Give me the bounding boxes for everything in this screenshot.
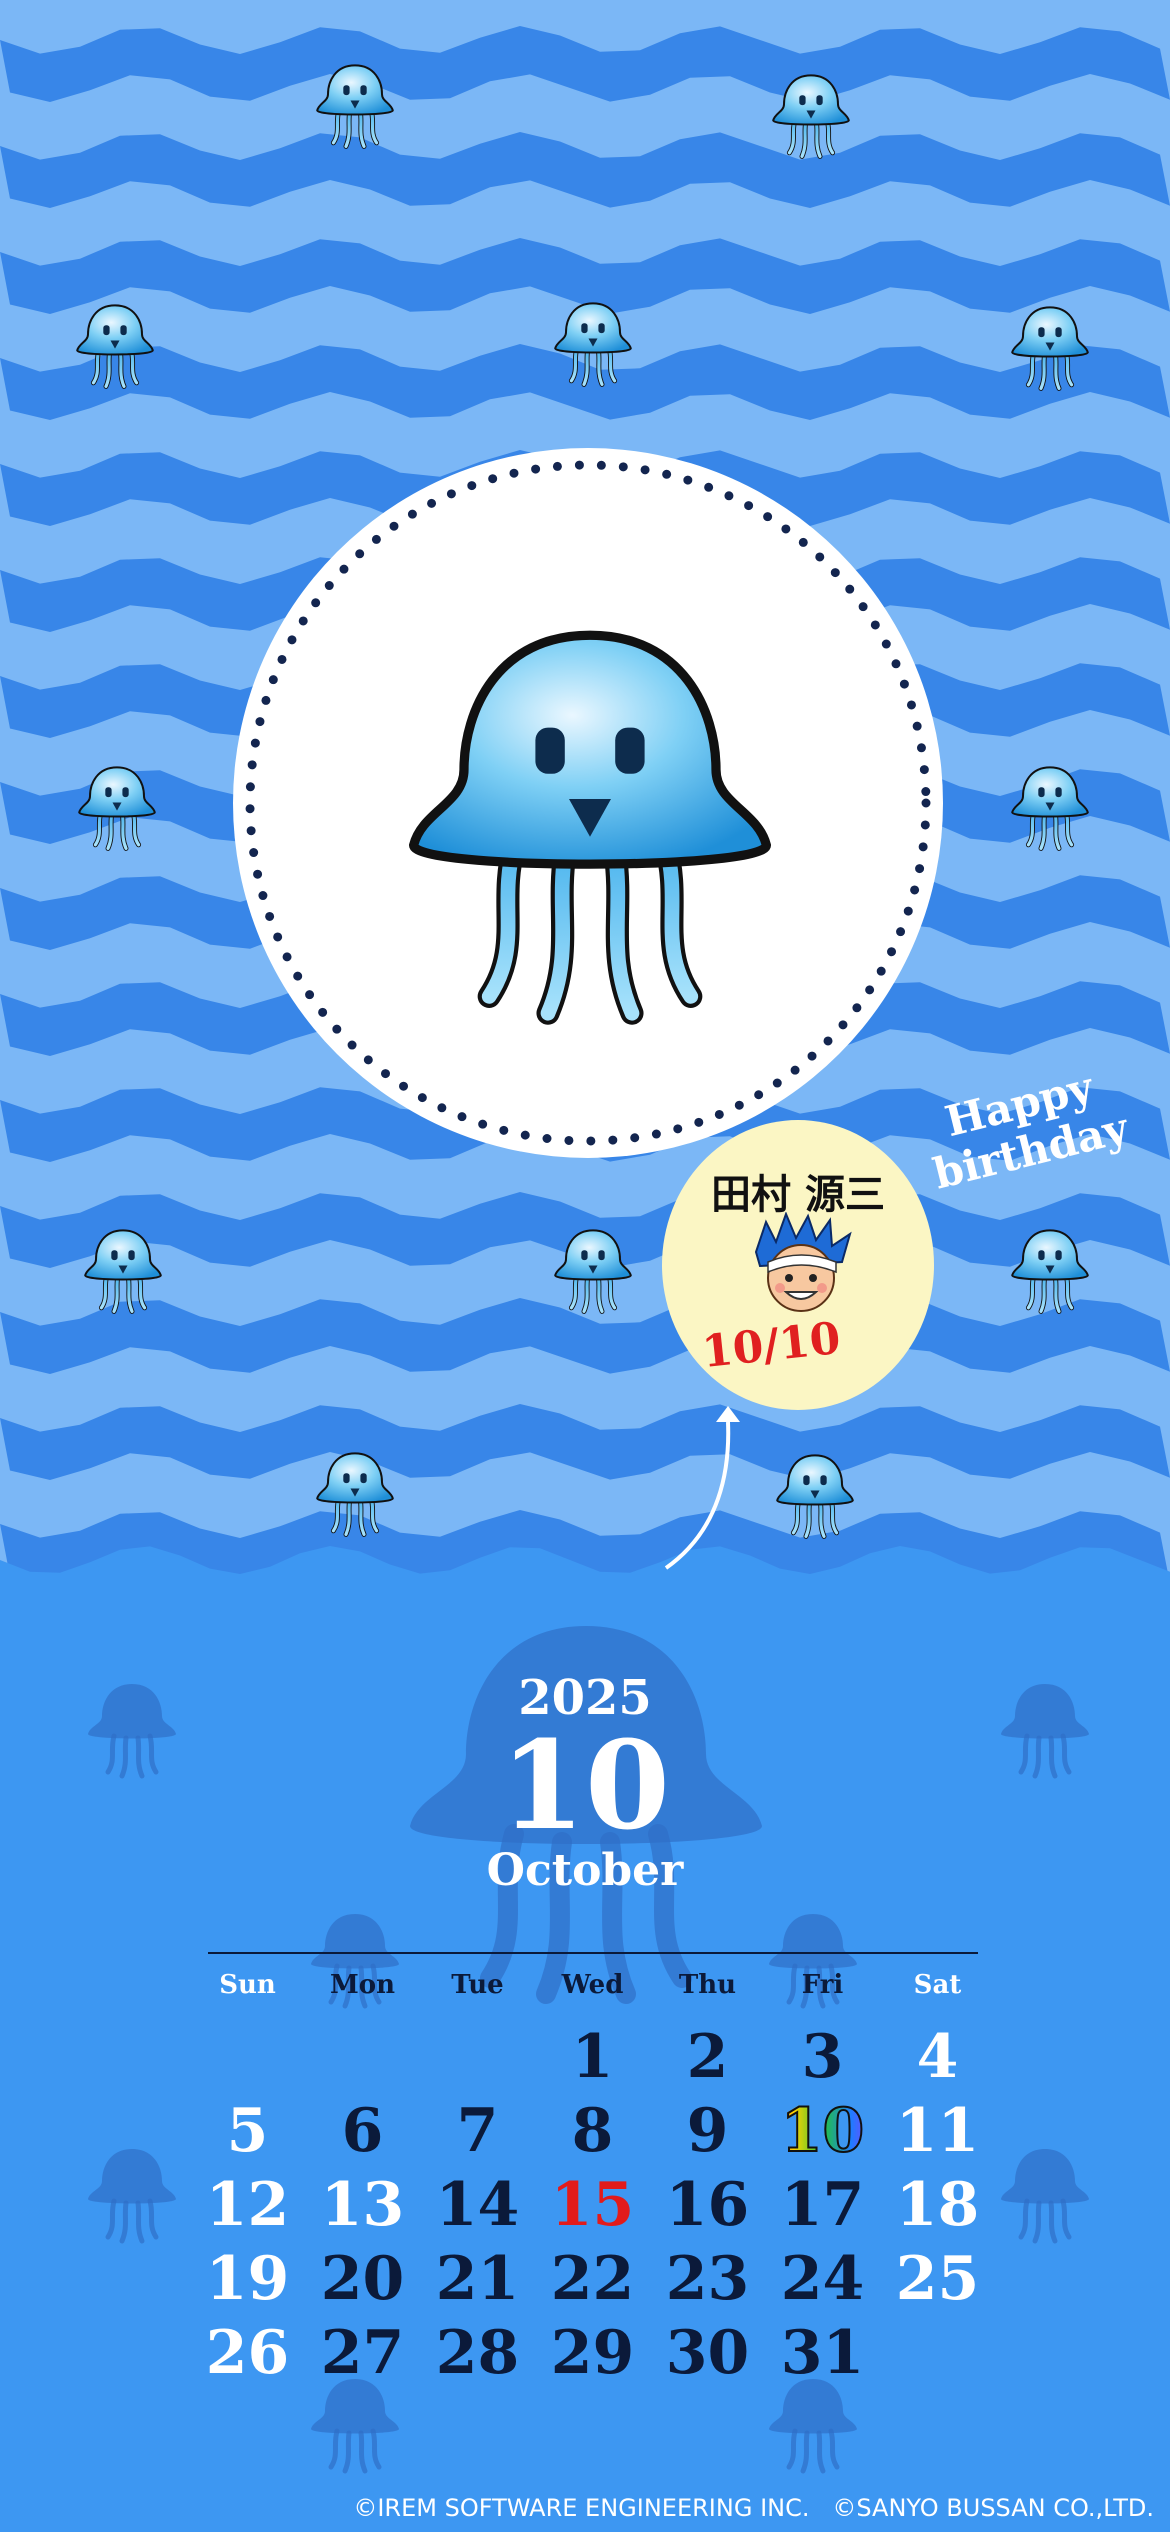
calendar-day: 13 [320, 2170, 405, 2240]
weekday-header: Sun [219, 1970, 276, 2000]
calendar-day: 12 [205, 2170, 290, 2240]
weekday-header: Tue [451, 1970, 504, 2000]
jellyfish-shadow-icon [82, 2145, 182, 2245]
calendar-day-birthday: 10 [765, 2095, 880, 2167]
jellyfish-icon [1005, 302, 1095, 392]
calendar-day: 11 [895, 2096, 980, 2166]
jellyfish-icon [70, 300, 160, 390]
calendar-day: 20 [320, 2244, 405, 2314]
calendar-day: 31 [780, 2318, 865, 2388]
calendar-day: 4 [916, 2022, 959, 2092]
jellyfish-icon [310, 60, 400, 150]
calendar-month-number: 10 [500, 1713, 670, 1857]
calendar-day: 7 [456, 2096, 499, 2166]
weekday-header: Fri [801, 1970, 844, 2000]
calendar-day: 9 [686, 2096, 729, 2166]
calendar-day: 5 [226, 2096, 269, 2166]
calendar-day: 17 [780, 2170, 865, 2240]
jellyfish-icon [1005, 762, 1095, 852]
copyright-text: ©IREM SOFTWARE ENGINEERING INC. ©SANYO B… [353, 2494, 1154, 2522]
jellyfish-shadow-icon [763, 2375, 863, 2475]
calendar-day: 24 [780, 2244, 865, 2314]
calendar-day: 22 [550, 2244, 635, 2314]
weekday-header: Thu [678, 1970, 737, 2000]
character-face-icon [754, 1212, 852, 1312]
calendar-day: 21 [435, 2244, 520, 2314]
balloon-string [664, 1406, 740, 1570]
calendar-month-name: October [486, 1845, 684, 1896]
jellyfish-shadow-icon [305, 2375, 405, 2475]
calendar-day: 14 [435, 2170, 520, 2240]
jellyfish-icon [548, 1225, 638, 1315]
calendar-day: 3 [801, 2022, 844, 2092]
jellyfish-icon [1005, 1225, 1095, 1315]
calendar-day: 15 [550, 2170, 635, 2240]
jellyfish-icon [770, 1450, 860, 1540]
calendar-day: 27 [320, 2318, 405, 2388]
weekday-header: Sat [913, 1970, 962, 2000]
calendar-day: 29 [550, 2318, 635, 2388]
calendar-day: 23 [665, 2244, 750, 2314]
jellyfish-shadow-icon [995, 2145, 1095, 2245]
calendar-day: 8 [571, 2096, 614, 2166]
calendar-day: 2 [686, 2022, 729, 2092]
calendar-divider [208, 1952, 978, 1954]
jellyfish-character-icon [380, 610, 800, 1030]
calendar-day: 6 [341, 2096, 384, 2166]
jellyfish-icon [78, 1225, 168, 1315]
calendar-day: 25 [895, 2244, 980, 2314]
jellyfish-icon [766, 70, 856, 160]
calendar-day: 26 [205, 2318, 290, 2388]
calendar-day: 30 [665, 2318, 750, 2388]
weekday-header: Mon [329, 1970, 396, 2000]
calendar-day: 28 [435, 2318, 520, 2388]
wallpaper: 田村 源三 10/10 Happy birthday 2025 10 Octob… [0, 0, 1170, 2532]
jellyfish-icon [310, 1448, 400, 1538]
calendar-day: 16 [665, 2170, 750, 2240]
jellyfish-icon [548, 298, 638, 388]
calendar-day: 18 [895, 2170, 980, 2240]
birthday-balloon: 田村 源三 10/10 [662, 1120, 934, 1410]
birthday-date: 10/10 [699, 1312, 843, 1379]
weekday-header: Wed [561, 1970, 624, 2000]
calendar-day: 1 [571, 2022, 614, 2092]
jellyfish-icon [72, 762, 162, 852]
calendar-day: 19 [205, 2244, 290, 2314]
